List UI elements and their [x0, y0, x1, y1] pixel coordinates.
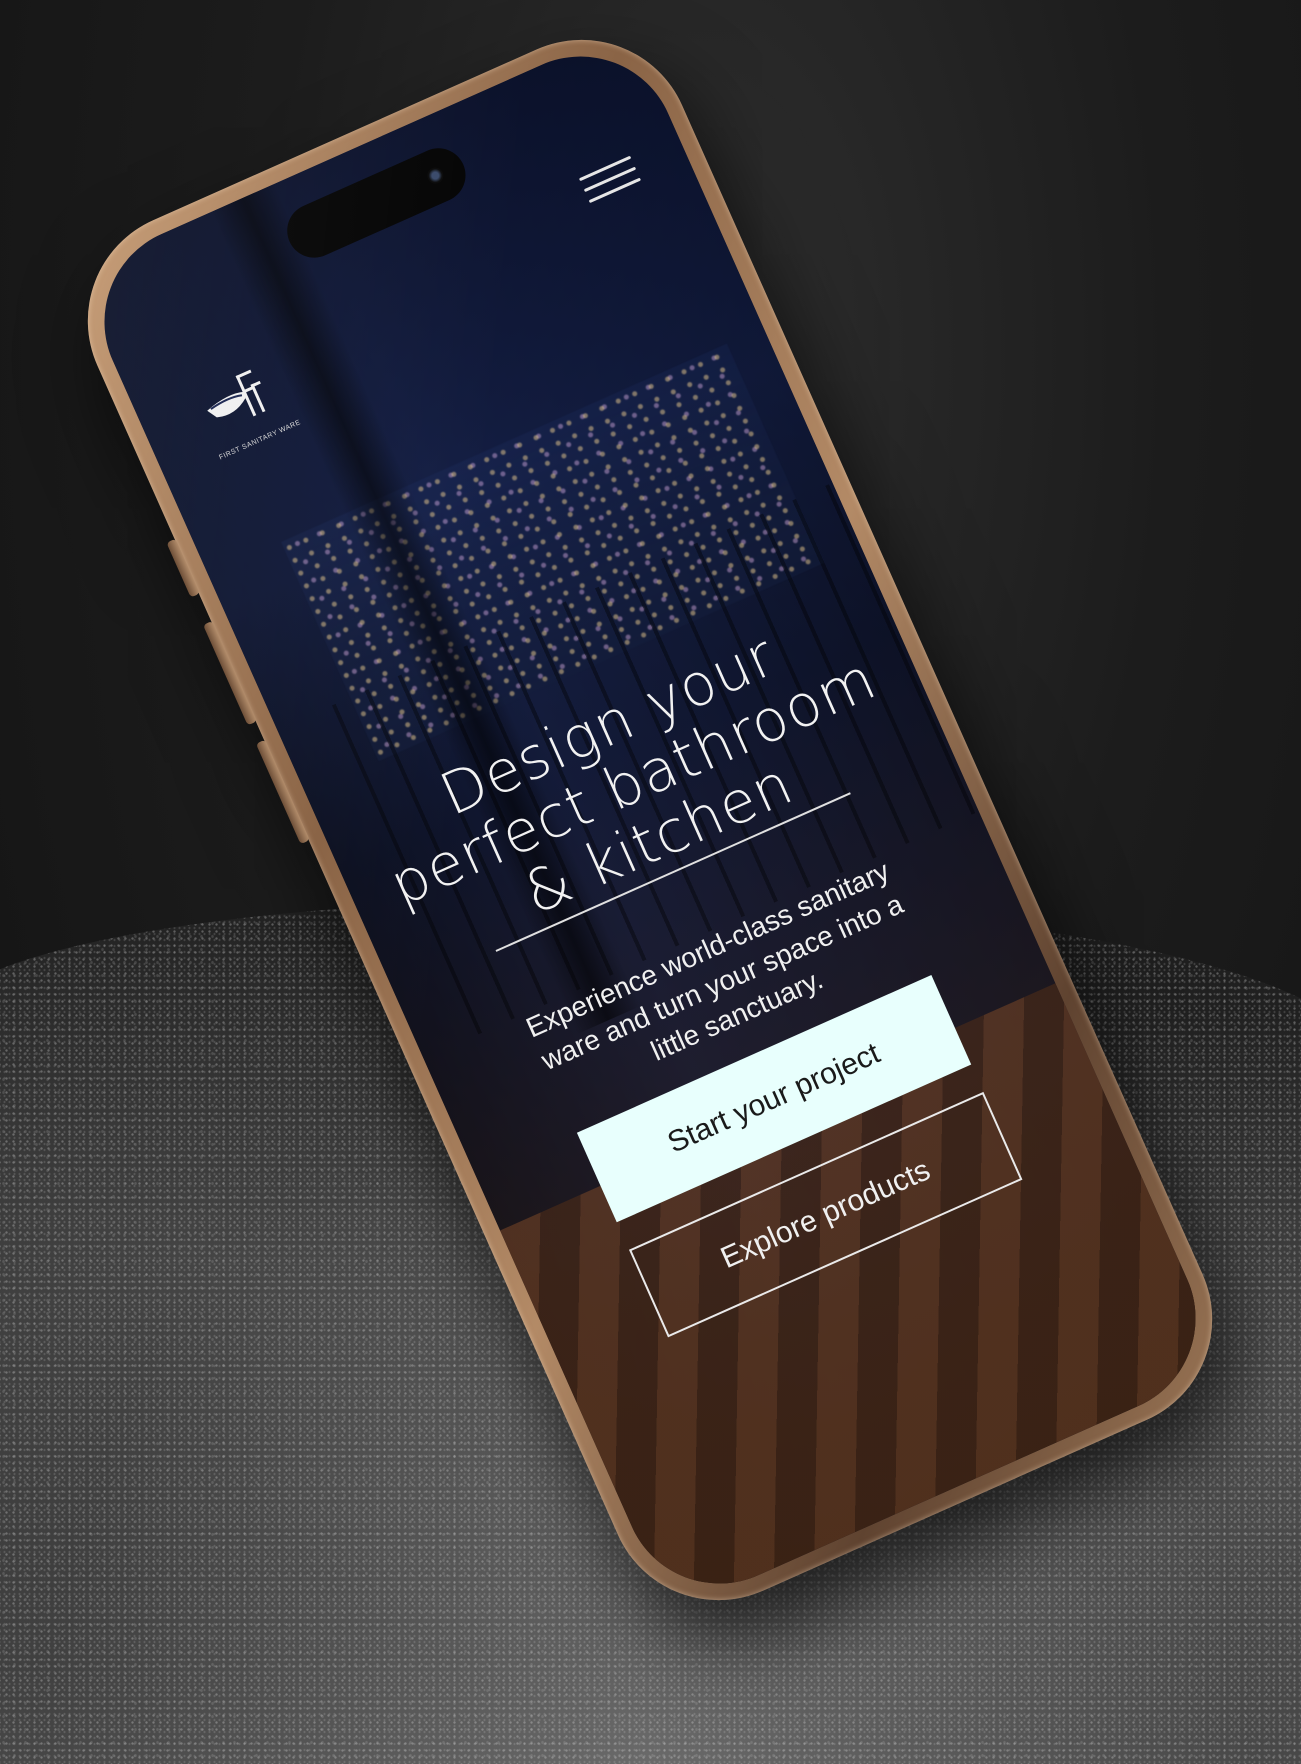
hamburger-menu-icon[interactable] — [575, 147, 646, 215]
front-camera-icon — [424, 165, 446, 187]
product-mockup-scene: FIRST SANITARY WARE Design your perfect … — [0, 0, 1301, 1764]
menu-line — [588, 177, 642, 204]
menu-line — [578, 155, 632, 182]
menu-line — [583, 166, 637, 193]
